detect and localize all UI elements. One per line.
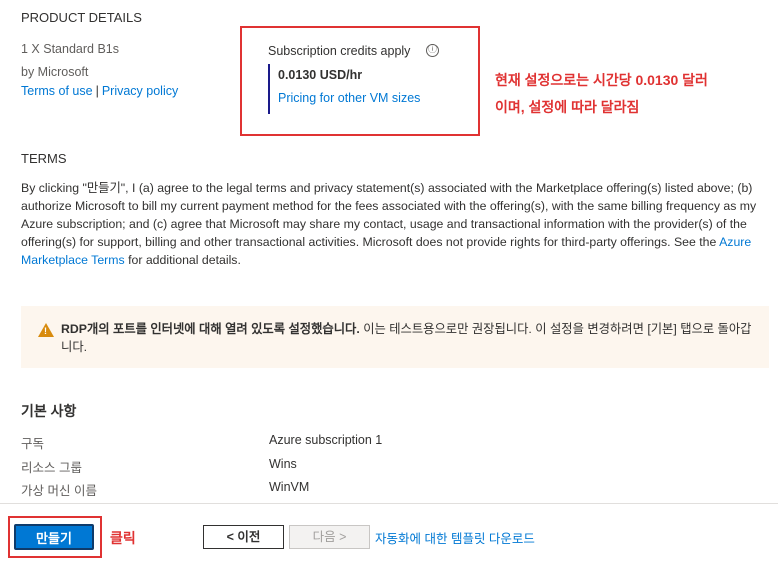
resource-group-label: 리소스 그룹 — [21, 461, 82, 475]
terms-text-part-1: By clicking "만들기", I (a) agree to the le… — [21, 181, 757, 249]
link-separator: | — [95, 84, 99, 98]
product-publisher: by Microsoft — [21, 65, 89, 79]
warning-text: RDP개의 포트를 인터넷에 대해 열려 있도록 설정했습니다. 이는 테스트용… — [61, 320, 761, 356]
subscription-label: 구독 — [21, 437, 45, 451]
product-name: 1 X Standard B1s — [21, 42, 119, 56]
subscription-value: Azure subscription 1 — [269, 433, 383, 447]
vm-name-value: WinVM — [269, 480, 310, 494]
info-icon[interactable]: ⓘ — [426, 44, 439, 57]
pricing-other-sizes-link[interactable]: Pricing for other VM sizes — [278, 91, 420, 105]
resource-group-value: Wins — [269, 457, 297, 471]
product-links: Terms of use | Privacy policy — [21, 84, 178, 98]
create-button[interactable]: 만들기 — [14, 524, 94, 550]
hourly-price: 0.0130 USD/hr — [278, 68, 363, 82]
next-button[interactable]: 다음 > — [289, 525, 370, 549]
warning-bold-text: RDP개의 포트를 인터넷에 대해 열려 있도록 설정했습니다. — [61, 322, 360, 336]
terms-of-use-link[interactable]: Terms of use — [21, 84, 93, 98]
terms-text-part-2: for additional details. — [124, 253, 241, 267]
price-annotation: 현재 설정으로는 시간당 0.0130 달러 이며, 설정에 따라 달라짐 — [495, 67, 708, 121]
terms-text: By clicking "만들기", I (a) agree to the le… — [21, 179, 761, 269]
vm-name-label: 가상 머신 이름 — [21, 484, 97, 498]
product-details-heading: PRODUCT DETAILS — [21, 10, 142, 25]
price-accent-bar — [268, 64, 270, 114]
price-annotation-line-1: 현재 설정으로는 시간당 0.0130 달러 — [495, 72, 708, 88]
rdp-warning-banner: ! RDP개의 포트를 인터넷에 대해 열려 있도록 설정했습니다. 이는 테스… — [21, 306, 769, 368]
download-template-link[interactable]: 자동화에 대한 템플릿 다운로드 — [375, 528, 535, 547]
subscription-credits-label: Subscription credits apply — [268, 44, 411, 58]
click-annotation: 클릭 — [110, 530, 136, 546]
privacy-policy-link[interactable]: Privacy policy — [102, 84, 178, 98]
previous-button[interactable]: < 이전 — [203, 525, 284, 549]
basics-heading: 기본 사항 — [21, 403, 77, 419]
price-annotation-line-2: 이며, 설정에 따라 달라짐 — [495, 99, 640, 115]
footer-divider — [0, 503, 778, 504]
terms-heading: TERMS — [21, 151, 67, 166]
warning-icon: ! — [38, 323, 54, 337]
